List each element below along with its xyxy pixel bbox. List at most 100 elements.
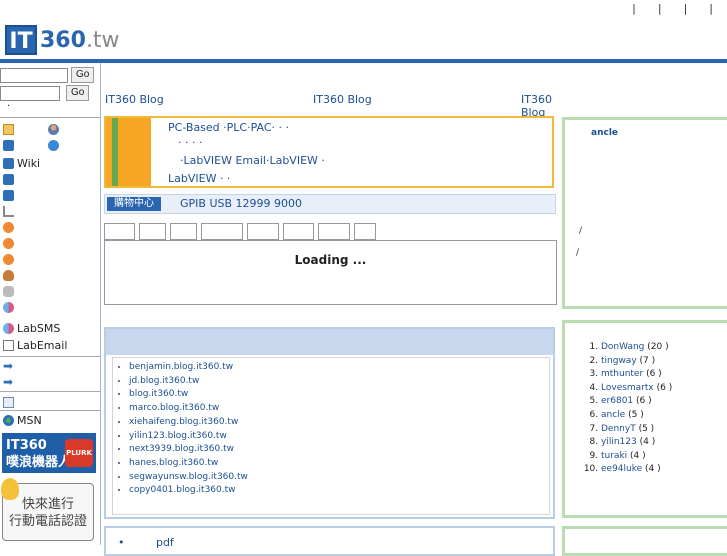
loading-text: Loading ...	[294, 253, 367, 267]
plurk-badge: PLURK	[65, 439, 93, 467]
tab-7[interactable]	[318, 223, 350, 240]
sidebar-item-3[interactable]	[3, 171, 17, 187]
sidebar-divider	[0, 391, 100, 392]
ranking-item[interactable]: ee94luke (4 )	[601, 463, 727, 477]
sidebar-item-11[interactable]: ➡	[3, 358, 19, 374]
person-icon	[3, 269, 14, 281]
sidebar-divider	[0, 410, 100, 411]
tab-4[interactable]	[201, 223, 243, 240]
blog-link[interactable]: yilin123.blog.it360.tw	[129, 430, 248, 444]
blog-link[interactable]: hanes.blog.it360.tw	[129, 457, 248, 471]
profile-name[interactable]: ancle	[591, 128, 618, 138]
tab-1[interactable]	[104, 223, 135, 240]
search-input[interactable]	[0, 67, 68, 83]
blog-link[interactable]: benjamin.blog.it360.tw	[129, 361, 248, 375]
sidebar-item-5[interactable]	[3, 219, 17, 235]
book-icon	[3, 189, 14, 201]
search-input-2[interactable]	[0, 85, 60, 101]
tab-8[interactable]	[354, 223, 376, 240]
sidebar-item-shop[interactable]	[3, 203, 17, 219]
promo-line-1: PC-Based ·PLC·PAC· · ·	[168, 121, 290, 134]
shop-row[interactable]: 購物中心 GPIB USB 12999 9000	[104, 194, 556, 214]
search-row-2: Go	[0, 85, 90, 101]
nav-link-blog-2[interactable]: IT360 Blog	[313, 93, 372, 106]
ranking-item[interactable]: yilin123 (4 )	[601, 436, 727, 450]
table-icon	[3, 396, 14, 408]
book-icon	[3, 173, 14, 185]
sidebar-item-1[interactable]	[3, 121, 17, 137]
ranking-item[interactable]: ancle (5 )	[601, 409, 727, 423]
blog-link[interactable]: marco.blog.it360.tw	[129, 402, 248, 416]
blog-list-body: benjamin.blog.it360.tw jd.blog.it360.tw …	[112, 357, 550, 515]
ranking-item[interactable]: er6801 (6 )	[601, 395, 727, 409]
sidebar-item-12[interactable]: ➡	[3, 374, 19, 390]
tab-6[interactable]	[283, 223, 314, 240]
cart-icon	[3, 205, 14, 217]
arrow-icon: ➡	[3, 375, 14, 389]
blog-link[interactable]: copy0401.blog.it360.tw	[129, 484, 248, 498]
go-button[interactable]: Go	[71, 67, 95, 83]
ranking-item[interactable]: Lovesmartx (6 )	[601, 382, 727, 396]
ranking-item[interactable]: DennyT (5 )	[601, 423, 727, 437]
plurk-bot-banner[interactable]: IT360 噗浪機器人 PLURK	[2, 433, 96, 473]
search-row-1: Go	[0, 67, 95, 83]
lightbulb-icon	[1, 478, 19, 500]
blog-list-panel: benjamin.blog.it360.tw jd.blog.it360.tw …	[104, 327, 555, 519]
tab-content: Loading ...	[104, 240, 557, 305]
sidebar-item-6[interactable]	[3, 235, 17, 251]
sidebar-item-10[interactable]	[3, 299, 17, 315]
blog-link[interactable]: next3939.blog.it360.tw	[129, 443, 248, 457]
shop-text: GPIB USB 12999 9000	[180, 197, 303, 210]
nav-link-blog-1[interactable]: IT360 Blog	[105, 93, 164, 106]
top-link-separator: |	[683, 2, 688, 15]
sidebar-item-labemail[interactable]: LabEmail	[3, 337, 67, 353]
profile-slash-1: /	[579, 226, 583, 236]
sidebar-item-8[interactable]	[3, 267, 17, 283]
header-divider	[0, 59, 727, 63]
logo-mark: IT	[5, 25, 37, 55]
blog-link[interactable]: segwayunsw.blog.it360.tw	[129, 471, 248, 485]
ranking-panel: DonWang (20 ) tingway (7 ) mthunter (6 )…	[562, 320, 727, 518]
promo-line-2: · · · ·	[178, 136, 203, 149]
sidebar-item-label: LabSMS	[17, 321, 61, 335]
sidebar-divider	[0, 356, 100, 357]
tab-2[interactable]	[139, 223, 166, 240]
top-link-separator: |	[632, 2, 636, 15]
sidebar-item-7[interactable]	[3, 251, 17, 267]
sidebar-item-wiki[interactable]: Wiki	[3, 155, 40, 171]
ranking-item[interactable]: DonWang (20 )	[601, 341, 727, 355]
blog-list-header	[106, 329, 553, 355]
go-button-2[interactable]: Go	[66, 85, 90, 101]
sidebar-item-labsms[interactable]: LabSMS	[3, 320, 60, 336]
ranking-item[interactable]: tingway (7 )	[601, 355, 727, 369]
promo-stripe	[106, 118, 151, 186]
right-panel-3	[562, 526, 727, 556]
ranking-list: DonWang (20 ) tingway (7 ) mthunter (6 )…	[565, 341, 727, 477]
logo-text: 360.tw	[40, 27, 120, 53]
sidebar-item-label: Wiki	[17, 156, 41, 170]
top-links: | | | |	[632, 2, 713, 15]
pdf-link[interactable]: • pdf	[118, 536, 174, 549]
sidebar-item-users[interactable]	[48, 121, 62, 137]
mobile-verify-banner[interactable]: 快來進行 行動電話認證	[1, 478, 94, 541]
promo-banner[interactable]: PC-Based ·PLC·PAC· · · · · · · ·LabVIEW …	[104, 116, 554, 188]
top-link-separator: |	[709, 2, 713, 15]
site-logo[interactable]: IT 360.tw	[5, 25, 120, 55]
pills-icon	[3, 322, 14, 334]
profile-slash-2: /	[576, 248, 580, 258]
sidebar-item-9[interactable]	[3, 283, 17, 299]
shop-center-icon: 購物中心	[107, 197, 161, 211]
tab-5[interactable]	[247, 223, 279, 240]
blog-link[interactable]: xiehaifeng.blog.it360.tw	[129, 416, 248, 430]
sidebar-item-help[interactable]	[48, 137, 62, 153]
tab-3[interactable]	[170, 223, 197, 240]
blog-link[interactable]: blog.it360.tw	[129, 388, 248, 402]
ranking-item[interactable]: turaki (4 )	[601, 450, 727, 464]
ranking-item[interactable]: mthunter (6 )	[601, 368, 727, 382]
sidebar-item-4[interactable]	[3, 187, 17, 203]
sidebar-item-msn[interactable]: MSN	[3, 412, 42, 428]
blog-link[interactable]: jd.blog.it360.tw	[129, 375, 248, 389]
disk-icon	[3, 285, 14, 297]
sidebar-item-2[interactable]	[3, 137, 17, 153]
sidebar-item-13[interactable]	[3, 394, 17, 410]
